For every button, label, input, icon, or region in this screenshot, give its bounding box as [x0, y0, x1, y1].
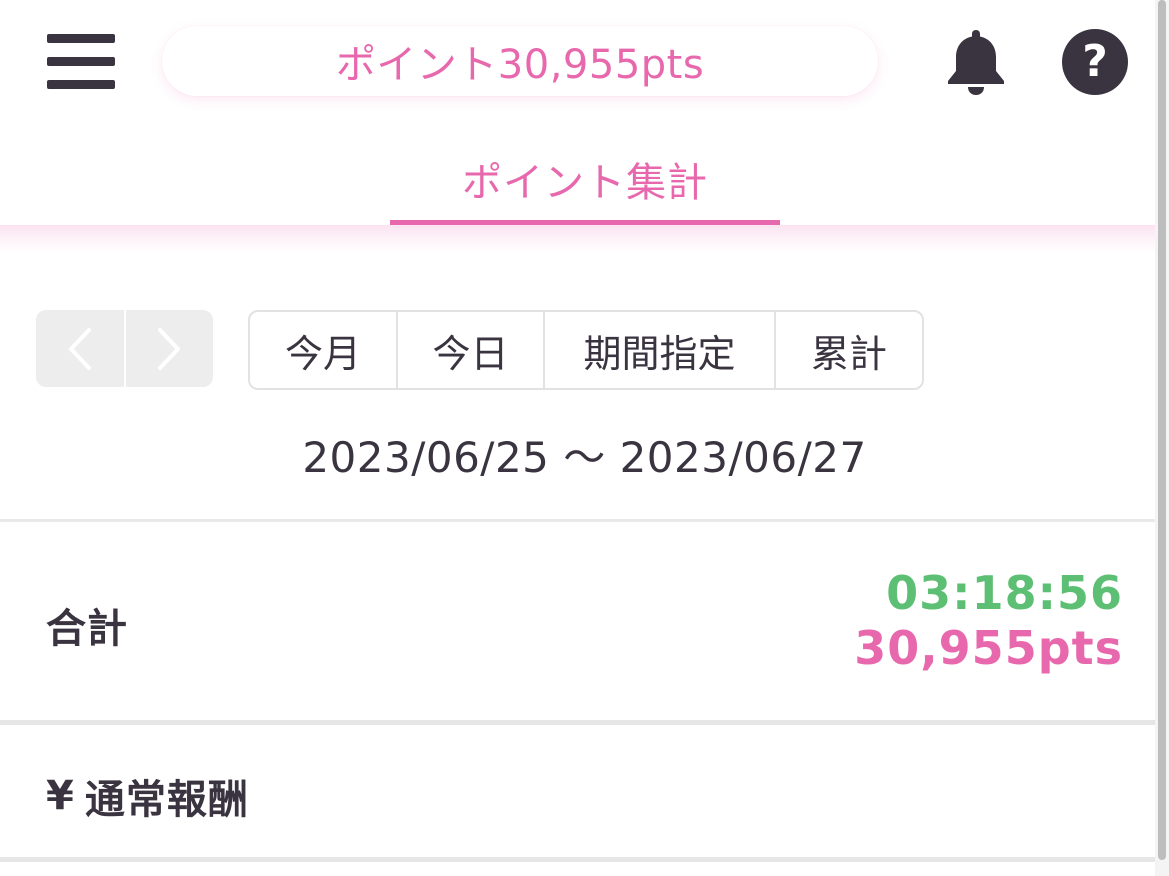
points-balance-pill[interactable]: ポイント30,955pts — [162, 26, 878, 96]
chevron-right-icon — [158, 327, 180, 370]
scrollbar[interactable] — [1155, 0, 1169, 876]
next-period-button[interactable] — [125, 310, 213, 387]
prev-period-button[interactable] — [36, 310, 124, 387]
help-glyph: ? — [1082, 36, 1108, 87]
tab-label: ポイント集計 — [462, 160, 708, 206]
total-label: 合計 — [46, 606, 128, 652]
yen-icon: ¥ — [46, 773, 75, 819]
help-question-icon[interactable]: ? — [1062, 29, 1128, 95]
bell-icon-svg — [948, 30, 1004, 95]
menu-bar — [47, 34, 115, 43]
total-time-value: 03:18:56 — [886, 566, 1123, 620]
normal-reward-row[interactable]: ¥ 通常報酬 — [46, 767, 249, 825]
reward-label: 通常報酬 — [84, 777, 249, 823]
segment-today[interactable]: 今日 — [398, 312, 545, 388]
menu-bar — [47, 80, 115, 89]
tab-bar: ポイント集計 — [0, 125, 1155, 225]
chevron-left-icon — [69, 327, 91, 370]
menu-bar — [47, 57, 115, 66]
section-divider — [0, 857, 1155, 862]
top-header: ポイント30,955pts ? — [0, 0, 1155, 125]
date-range-text: 2023/06/25 〜 2023/06/27 — [302, 433, 867, 482]
section-divider — [0, 720, 1155, 725]
total-points-value: 30,955pts — [854, 621, 1123, 675]
section-divider — [0, 519, 1155, 522]
segment-cumulative[interactable]: 累計 — [776, 312, 922, 388]
scrollbar-thumb[interactable] — [1158, 0, 1166, 860]
segment-this-month[interactable]: 今月 — [250, 312, 398, 388]
segment-custom-range[interactable]: 期間指定 — [545, 312, 776, 388]
hamburger-menu-icon[interactable] — [47, 34, 115, 90]
tab-bar-shadow — [0, 225, 1155, 253]
app-screen: ポイント30,955pts ? ポイント集計 今月 今日 期間指定 累計 202… — [0, 0, 1169, 876]
bell-icon[interactable] — [944, 28, 1008, 96]
tab-point-summary[interactable]: ポイント集計 — [390, 150, 780, 225]
points-balance-text: ポイント30,955pts — [335, 42, 705, 88]
period-segmented-control: 今月 今日 期間指定 累計 — [248, 310, 924, 390]
period-nav-arrows — [36, 310, 213, 387]
